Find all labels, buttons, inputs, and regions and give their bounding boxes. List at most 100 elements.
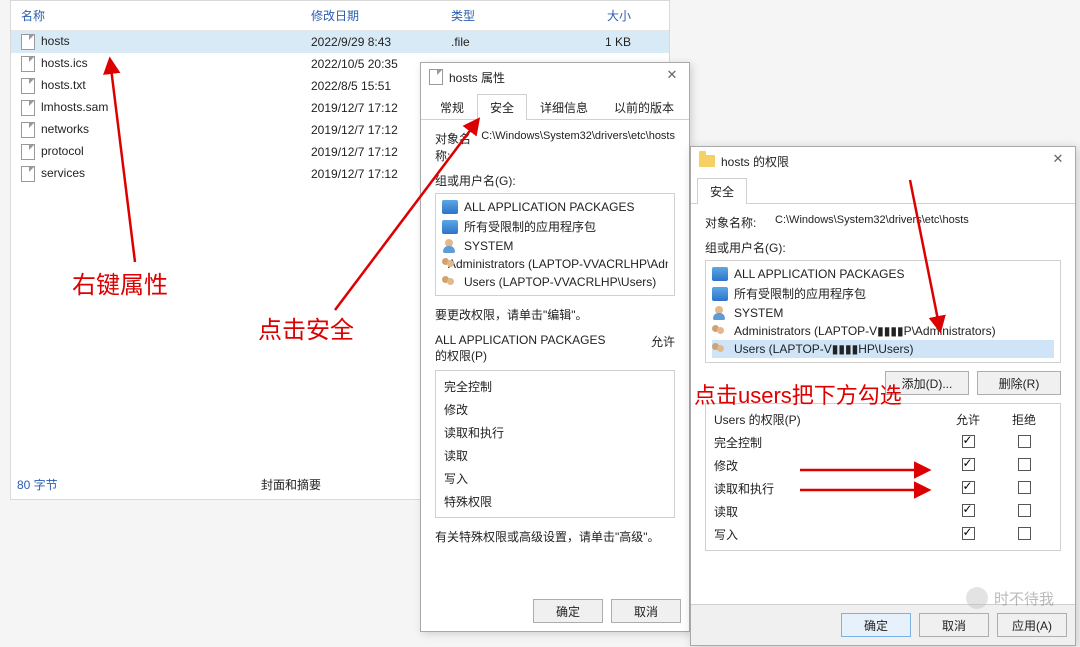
deny-checkbox[interactable]	[1018, 458, 1031, 471]
properties-tabs: 常规 安全 详细信息 以前的版本	[421, 93, 689, 120]
file-icon	[21, 56, 35, 72]
col-size[interactable]: 大小	[571, 1, 641, 30]
deny-checkbox[interactable]	[1018, 481, 1031, 494]
permissions-titlebar[interactable]: hosts 的权限 ✕	[691, 147, 1075, 175]
file-icon	[429, 69, 443, 85]
principal-icon	[442, 275, 458, 289]
allow-checkbox[interactable]	[962, 481, 975, 494]
permission-row: 完全控制	[444, 375, 666, 398]
properties-title: hosts 属性	[449, 69, 505, 86]
permission-row: 读取和执行	[714, 477, 1052, 500]
file-icon	[21, 78, 35, 94]
file-icon	[21, 122, 35, 138]
permissions-table: Users 的权限(P) 允许 拒绝 完全控制修改读取和执行读取写入	[705, 403, 1061, 551]
object-name-value: C:\Windows\System32\drivers\etc\hosts	[481, 130, 675, 164]
remove-button[interactable]: 删除(R)	[977, 371, 1061, 395]
principal-icon	[712, 287, 728, 301]
file-icon	[21, 34, 35, 50]
ok-button[interactable]: 确定	[841, 613, 911, 637]
permission-row: 读取	[714, 500, 1052, 523]
group-item[interactable]: 所有受限制的应用程序包	[442, 216, 668, 237]
apply-button[interactable]: 应用(A)	[997, 613, 1067, 637]
permissions-dialog: hosts 的权限 ✕ 安全 对象名称: C:\Windows\System32…	[690, 146, 1076, 646]
groups-list[interactable]: ALL APPLICATION PACKAGES所有受限制的应用程序包SYSTE…	[435, 193, 675, 296]
perm-header-allow: 允许	[940, 411, 996, 428]
add-button[interactable]: 添加(D)...	[885, 371, 969, 395]
explorer-column-headers: 名称 修改日期 类型 大小	[11, 1, 669, 31]
permission-row: 特殊权限	[444, 490, 666, 513]
watermark: 时不待我	[966, 587, 1054, 609]
tab-security[interactable]: 安全	[477, 94, 527, 120]
principal-icon	[442, 200, 458, 214]
group-item[interactable]: SYSTEM	[712, 304, 1054, 322]
permission-row: 写入	[714, 523, 1052, 546]
permission-label: 读取	[714, 503, 940, 520]
principal-icon	[442, 239, 458, 253]
permission-label: 读取和执行	[714, 480, 940, 497]
col-type[interactable]: 类型	[441, 1, 571, 30]
file-row[interactable]: hosts2022/9/29 8:43.file1 KB	[11, 31, 669, 53]
group-item[interactable]: ALL APPLICATION PACKAGES	[442, 198, 668, 216]
cancel-button[interactable]: 取消	[611, 599, 681, 623]
principal-icon	[712, 342, 728, 356]
cover-summary-label: 封面和摘要	[261, 476, 321, 493]
close-icon[interactable]: ✕	[661, 67, 683, 85]
group-item[interactable]: Users (LAPTOP-V▮▮▮▮HP\Users)	[712, 340, 1054, 358]
col-date[interactable]: 修改日期	[301, 1, 441, 30]
permission-row: 修改	[444, 398, 666, 421]
object-name-label: 对象名称:	[705, 214, 775, 231]
permission-row: 修改	[714, 454, 1052, 477]
deny-checkbox[interactable]	[1018, 435, 1031, 448]
permission-label: 修改	[714, 457, 940, 474]
advanced-hint: 有关特殊权限或高级设置，请单击"高级"。	[435, 528, 675, 545]
group-item[interactable]: 所有受限制的应用程序包	[712, 283, 1054, 304]
col-name[interactable]: 名称	[11, 1, 301, 30]
groups-list[interactable]: ALL APPLICATION PACKAGES所有受限制的应用程序包SYSTE…	[705, 260, 1061, 363]
folder-icon	[699, 155, 715, 167]
allow-checkbox[interactable]	[962, 527, 975, 540]
perm-header-left: Users 的权限(P)	[714, 411, 940, 428]
tab-security[interactable]: 安全	[697, 178, 747, 204]
group-item[interactable]: ALL APPLICATION PACKAGES	[712, 265, 1054, 283]
permissions-tabs: 安全	[691, 177, 1075, 204]
perm-header-deny: 拒绝	[996, 411, 1052, 428]
permissions-title: hosts 的权限	[721, 153, 789, 170]
groups-label: 组或用户名(G):	[435, 172, 675, 189]
watermark-text: 时不待我	[994, 588, 1054, 609]
group-item[interactable]: Administrators (LAPTOP-VVACRLHP\Admi…	[442, 255, 668, 273]
file-icon	[21, 166, 35, 182]
allow-checkbox[interactable]	[962, 458, 975, 471]
tab-details[interactable]: 详细信息	[527, 94, 601, 120]
cancel-button[interactable]: 取消	[919, 613, 989, 637]
properties-titlebar[interactable]: hosts 属性 ✕	[421, 63, 689, 91]
deny-checkbox[interactable]	[1018, 504, 1031, 517]
tab-general[interactable]: 常规	[427, 94, 477, 120]
watermark-icon	[966, 587, 988, 609]
object-name-value: C:\Windows\System32\drivers\etc\hosts	[775, 214, 1061, 231]
principal-icon	[442, 220, 458, 234]
perm-header-left: ALL APPLICATION PACKAGES 的权限(P)	[435, 333, 606, 364]
group-item[interactable]: Administrators (LAPTOP-V▮▮▮▮P\Administra…	[712, 322, 1054, 340]
allow-checkbox[interactable]	[962, 435, 975, 448]
group-item[interactable]: SYSTEM	[442, 237, 668, 255]
file-icon	[21, 144, 35, 160]
permission-label: 完全控制	[714, 434, 940, 451]
tab-previous[interactable]: 以前的版本	[601, 94, 687, 120]
deny-checkbox[interactable]	[1018, 527, 1031, 540]
principal-icon	[712, 267, 728, 281]
permission-row: 读取和执行	[444, 421, 666, 444]
file-icon	[21, 100, 35, 116]
ok-button[interactable]: 确定	[533, 599, 603, 623]
principal-icon	[712, 306, 728, 320]
close-icon[interactable]: ✕	[1047, 151, 1069, 169]
object-name-label: 对象名称:	[435, 130, 481, 164]
status-bar-bytes: 80 字节	[17, 476, 58, 493]
groups-label: 组或用户名(G):	[705, 239, 1061, 256]
perm-header-allow: 允许	[651, 333, 675, 364]
group-item[interactable]: Users (LAPTOP-VVACRLHP\Users)	[442, 273, 668, 291]
permission-row: 完全控制	[714, 431, 1052, 454]
permissions-list: 完全控制修改读取和执行读取写入特殊权限	[435, 370, 675, 518]
permission-row: 写入	[444, 467, 666, 490]
allow-checkbox[interactable]	[962, 504, 975, 517]
permission-label: 写入	[714, 526, 940, 543]
